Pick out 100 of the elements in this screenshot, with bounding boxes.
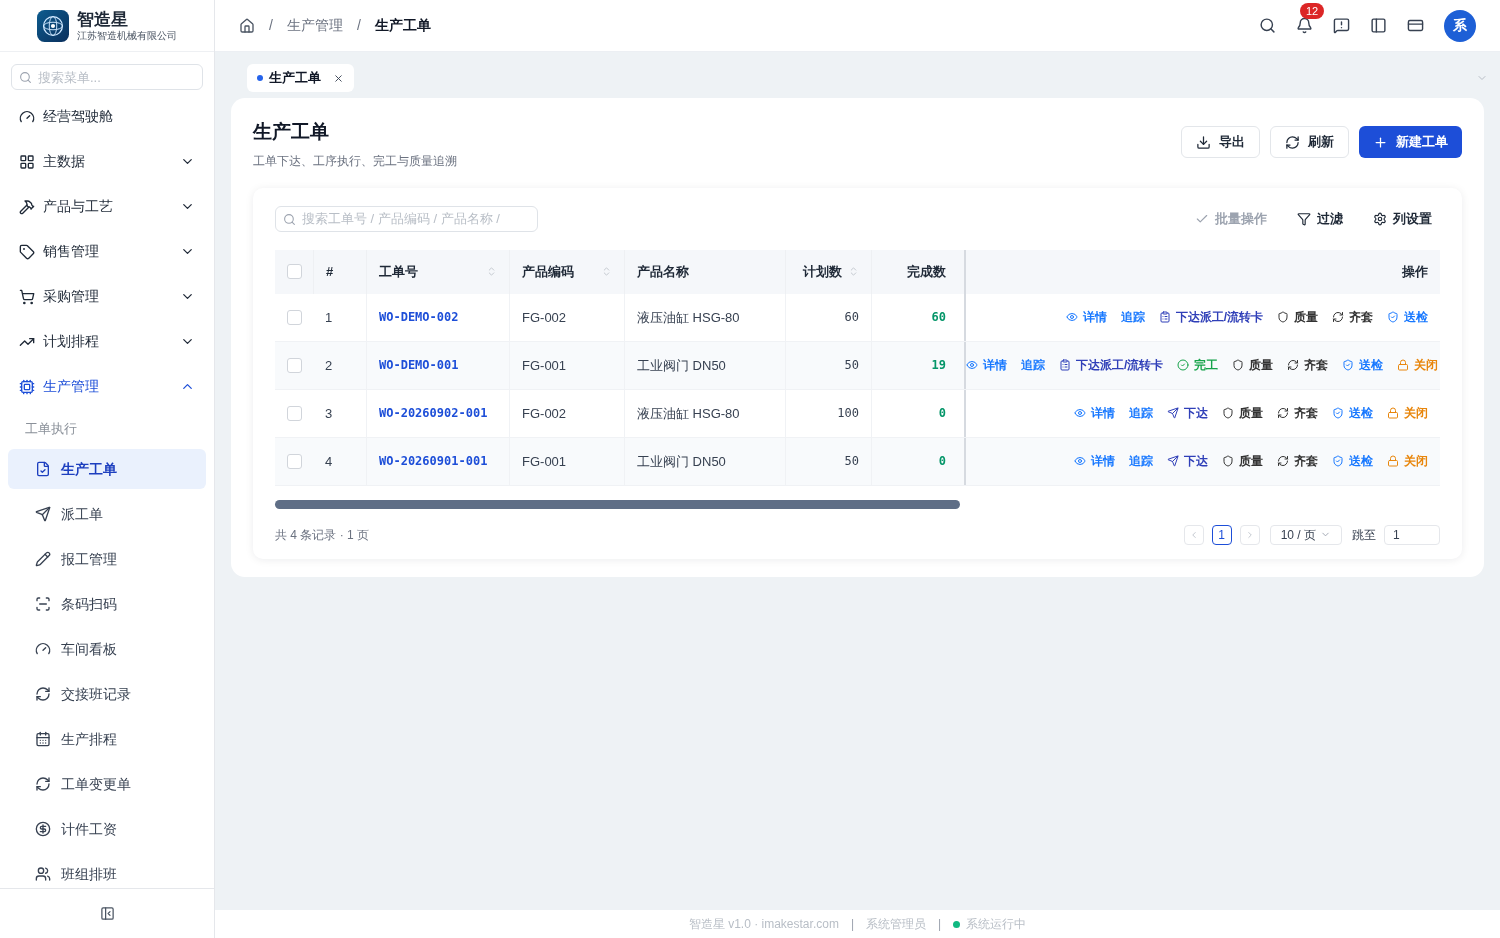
row-action-link[interactable]: 送检 — [1342, 356, 1384, 375]
table-cell-text: 60 — [931, 309, 946, 327]
row-action-link[interactable]: 齐套 — [1277, 404, 1318, 423]
jump-page-field[interactable]: 1 — [1384, 524, 1440, 545]
bell-icon[interactable] — [1296, 17, 1313, 34]
paper-plane-icon — [1167, 455, 1179, 468]
row-action-link[interactable]: 齐套 — [1332, 308, 1373, 327]
row-action-link[interactable]: 齐套 — [1287, 356, 1329, 375]
row-action-link[interactable]: 追踪 — [1021, 356, 1045, 375]
column-header[interactable]: 计划数 — [798, 262, 859, 282]
submenu-item[interactable]: 派工单 — [8, 494, 206, 534]
work-order-link[interactable]: WO-20260902-001 — [379, 404, 488, 423]
row-action-link[interactable]: 质量 — [1222, 404, 1263, 423]
menu-item[interactable]: 计划排程 — [0, 319, 214, 364]
toolbar-button[interactable]: 列设置 — [1373, 209, 1432, 229]
menu-item[interactable]: 主数据 — [0, 139, 214, 184]
panel-icon[interactable] — [1370, 17, 1387, 34]
page-number-button[interactable]: 1 — [1211, 524, 1232, 545]
row-checkbox[interactable] — [286, 309, 302, 325]
export-button[interactable]: 导出 — [1181, 126, 1260, 158]
row-checkbox[interactable] — [286, 453, 302, 469]
message-icon[interactable] — [1333, 17, 1350, 34]
gauge-icon — [19, 108, 35, 125]
previous-page-icon[interactable] — [1183, 524, 1204, 545]
row-action-link[interactable]: 下达 — [1167, 452, 1208, 471]
submenu-item[interactable]: 班组排班 — [8, 854, 206, 888]
sort-icon[interactable] — [486, 266, 497, 278]
toolbar-button[interactable]: 过滤 — [1297, 209, 1343, 229]
menu-item[interactable]: 经营驾驶舱 — [0, 94, 214, 139]
row-action-link[interactable]: 质量 — [1232, 356, 1274, 375]
table-search-field[interactable]: 搜索工单号 / 产品编码 / 产品名称 / — [275, 205, 538, 232]
horizontal-scrollbar[interactable] — [275, 499, 960, 509]
cart-icon — [19, 288, 35, 305]
row-action-link[interactable]: 送检 — [1332, 452, 1373, 471]
row-action-link[interactable]: 质量 — [1277, 308, 1318, 327]
row-action-link[interactable]: 详情 — [1074, 404, 1115, 423]
row-action-link[interactable]: 下达派工/流转卡 — [1158, 308, 1263, 327]
submenu-item[interactable]: 车间看板 — [8, 629, 206, 669]
submenu-item[interactable]: 交接班记录 — [8, 674, 206, 714]
row-action-link[interactable]: 详情 — [1065, 308, 1107, 327]
refresh-button[interactable]: 刷新 — [1270, 126, 1349, 158]
jump-label: 跳至 — [1352, 526, 1376, 544]
row-checkbox[interactable] — [286, 405, 302, 421]
menu-search-field[interactable]: 搜索菜单... — [11, 64, 203, 90]
table-cell-text: 19 — [931, 357, 946, 375]
close-icon[interactable] — [333, 72, 344, 84]
row-action-link[interactable]: 下达派工/流转卡 — [1059, 356, 1164, 375]
submenu-item[interactable]: 计件工资 — [8, 809, 206, 849]
submenu-item[interactable]: 报工管理 — [8, 539, 206, 579]
paper-plane-icon — [1167, 407, 1179, 420]
menu-item[interactable]: 产品与工艺 — [0, 184, 214, 229]
row-action-link[interactable]: 详情 — [966, 356, 1007, 375]
footer-separator: | — [850, 916, 854, 933]
menu-item[interactable]: 生产管理 — [0, 364, 214, 409]
submenu-item[interactable]: 条码扫码 — [8, 584, 206, 624]
page-tab[interactable]: 生产工单 — [247, 64, 354, 92]
search-icon[interactable] — [1259, 17, 1276, 34]
work-order-link[interactable]: WO-DEMO-001 — [379, 356, 459, 375]
submenu-item[interactable]: 生产工单 — [8, 449, 206, 489]
row-action-link[interactable]: 齐套 — [1277, 452, 1318, 471]
row-action-link[interactable]: 追踪 — [1129, 452, 1153, 471]
eye-icon — [1074, 407, 1086, 420]
user-avatar[interactable]: 系 — [1444, 9, 1476, 42]
submenu-item[interactable]: 工单变更单 — [8, 764, 206, 804]
submenu-item[interactable]: 生产排程 — [8, 719, 206, 759]
column-header[interactable]: 产品编码 — [522, 262, 612, 282]
row-action-link[interactable]: 追踪 — [1120, 308, 1145, 327]
row-action-link[interactable]: 详情 — [1074, 452, 1115, 471]
work-order-link[interactable]: WO-DEMO-002 — [379, 308, 459, 327]
table-cell-text: 50 — [844, 453, 859, 471]
clipboard-icon — [1059, 359, 1071, 372]
create-button[interactable]: 新建工单 — [1359, 126, 1462, 158]
sort-icon[interactable] — [848, 266, 859, 278]
row-action-link[interactable]: 送检 — [1332, 404, 1373, 423]
table-cell-text: FG-001 — [522, 452, 567, 471]
page-subtitle: 工单下达、工序执行、完工与质量追溯 — [253, 152, 458, 170]
collapse-sidebar-icon[interactable] — [99, 906, 115, 921]
menu-item[interactable]: 采购管理 — [0, 274, 214, 319]
select-all-checkbox[interactable] — [286, 264, 302, 280]
card-icon[interactable] — [1407, 17, 1424, 34]
table-cell-text: FG-002 — [522, 404, 567, 423]
check-circle-icon — [1177, 359, 1190, 372]
row-action-link[interactable]: 追踪 — [1129, 404, 1153, 423]
row-action-link[interactable]: 送检 — [1387, 308, 1428, 327]
home-icon[interactable] — [239, 17, 255, 34]
sort-icon[interactable] — [601, 266, 612, 278]
column-header[interactable]: 工单号 — [379, 262, 497, 282]
page-size-select[interactable]: 10 / 页 — [1269, 524, 1342, 545]
refresh-icon — [1277, 407, 1289, 420]
table-cell-text: 0 — [938, 405, 946, 423]
work-order-link[interactable]: WO-20260901-001 — [379, 452, 488, 471]
eye-icon — [966, 359, 978, 372]
row-action-link[interactable]: 下达 — [1167, 404, 1208, 423]
next-page-icon[interactable] — [1239, 524, 1260, 545]
eye-icon — [1074, 455, 1086, 468]
row-checkbox[interactable] — [286, 357, 302, 373]
menu-item[interactable]: 销售管理 — [0, 229, 214, 274]
breadcrumb-item[interactable]: 生产管理 — [286, 15, 343, 36]
calendar-icon — [35, 731, 51, 747]
row-action-link[interactable]: 质量 — [1222, 452, 1263, 471]
